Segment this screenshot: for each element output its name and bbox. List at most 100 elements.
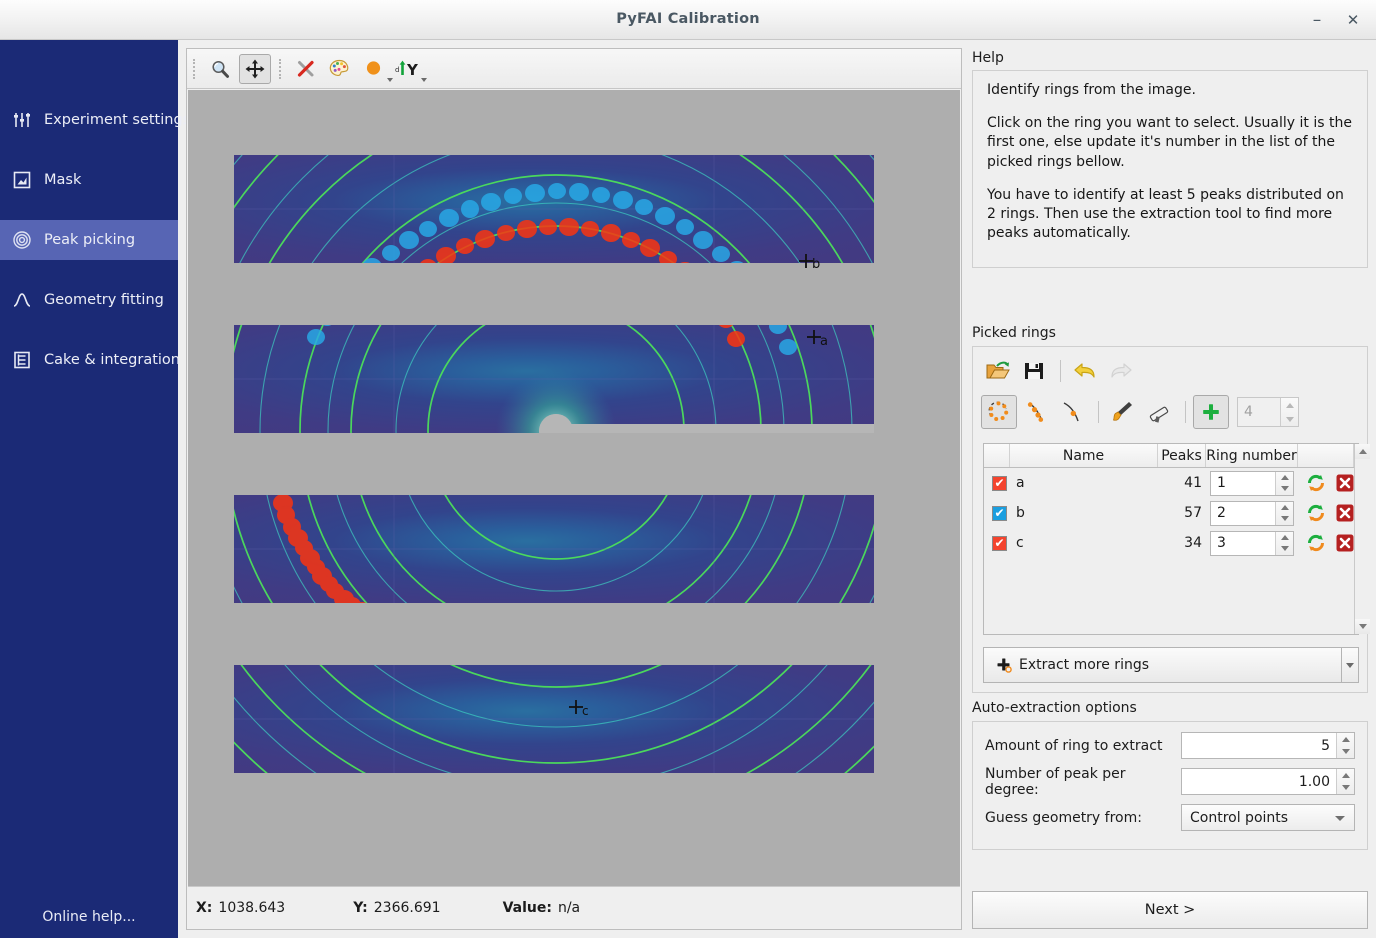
- red-delete-x-icon[interactable]: [1336, 504, 1354, 522]
- row-checkbox-cell[interactable]: ✔: [984, 468, 1010, 498]
- sidebar-label-geometry-fitting: Geometry fitting: [44, 292, 164, 308]
- auto-extraction-section-title: Auto-extraction options: [972, 700, 1137, 716]
- table-row[interactable]: ✔ b 57: [984, 498, 1354, 528]
- ring-number-spin-down[interactable]: [1276, 513, 1293, 525]
- chevron-down-icon-combo: [1335, 816, 1345, 821]
- status-x-key: X:: [196, 900, 212, 916]
- reset-zoom-button[interactable]: [291, 55, 321, 83]
- amount-of-ring-spin-down[interactable]: [1337, 746, 1354, 759]
- ring-number-spin-up[interactable]: [1276, 502, 1293, 514]
- new-ring-spin-down[interactable]: [1281, 412, 1298, 426]
- concentric-rings-icon: [10, 228, 34, 252]
- amount-of-ring-input[interactable]: [1182, 733, 1336, 758]
- picked-rings-table[interactable]: Name Peaks Ring number ✔ a 41: [983, 443, 1359, 635]
- minimize-button[interactable]: –: [1304, 8, 1330, 32]
- peaks-per-degree-spin-buttons[interactable]: [1336, 769, 1354, 794]
- new-ring-number-input[interactable]: [1238, 398, 1280, 426]
- peaks-per-degree-spin[interactable]: [1181, 768, 1355, 795]
- ring-number-input[interactable]: [1211, 532, 1275, 555]
- chevron-down-icon-2[interactable]: [421, 78, 427, 82]
- extract-more-rings-button[interactable]: Extract more rings: [983, 647, 1341, 683]
- ring-number-spin[interactable]: [1210, 531, 1294, 556]
- load-rings-button[interactable]: [981, 355, 1015, 387]
- close-button[interactable]: ✕: [1340, 8, 1366, 32]
- picked-rings-file-toolbar: [981, 355, 1140, 387]
- table-scrollbar[interactable]: [1354, 444, 1370, 634]
- save-rings-button[interactable]: [1017, 355, 1051, 387]
- table-header-row: Name Peaks Ring number: [984, 444, 1354, 468]
- extract-more-rings-dropdown[interactable]: [1341, 647, 1359, 683]
- peak-pick-tool-button[interactable]: [1055, 396, 1089, 428]
- brush-tool-button[interactable]: [1106, 396, 1140, 428]
- eraser-tool-button[interactable]: [1142, 396, 1176, 428]
- pan-tool-button[interactable]: [239, 54, 271, 84]
- new-ring-number-spin[interactable]: [1237, 397, 1299, 427]
- ring-number-spin-up[interactable]: [1276, 472, 1293, 484]
- axis-direction-button[interactable]: d Y: [393, 55, 423, 83]
- row-ring-number-cell[interactable]: [1206, 498, 1298, 528]
- ring-number-input[interactable]: [1211, 472, 1275, 495]
- colormap-button[interactable]: [325, 55, 355, 83]
- row-ring-number-cell[interactable]: [1206, 528, 1298, 558]
- undo-button[interactable]: [1068, 355, 1102, 387]
- red-delete-x-icon[interactable]: [1336, 474, 1354, 492]
- ring-number-spin-up[interactable]: [1276, 532, 1293, 544]
- next-button[interactable]: Next >: [972, 891, 1368, 929]
- amount-of-ring-spin-up[interactable]: [1337, 733, 1354, 746]
- ring-number-spin[interactable]: [1210, 501, 1294, 526]
- sidebar-item-experiment-settings[interactable]: Experiment settings: [0, 100, 178, 140]
- ring-number-spin-buttons[interactable]: [1275, 532, 1293, 555]
- pyfai-calibration-window: PyFAI Calibration – ✕: [0, 0, 1376, 938]
- amount-of-ring-spin[interactable]: [1181, 732, 1355, 759]
- online-help-link[interactable]: Online help...: [0, 896, 178, 938]
- sidebar-item-geometry-fitting[interactable]: Geometry fitting: [0, 280, 178, 320]
- status-value-key: Value:: [503, 900, 552, 916]
- new-ring-spin-up[interactable]: [1281, 398, 1298, 412]
- guess-geometry-combobox[interactable]: Control points: [1181, 804, 1355, 831]
- circular-refresh-icon[interactable]: [1306, 533, 1326, 553]
- circular-refresh-icon[interactable]: [1306, 473, 1326, 493]
- zoom-tool-button[interactable]: [205, 55, 235, 83]
- scroll-up-arrow[interactable]: [1355, 444, 1370, 459]
- mask-color-button[interactable]: [359, 55, 389, 83]
- redo-button[interactable]: [1104, 355, 1138, 387]
- peaks-per-degree-row: Number of peak per degree:: [985, 768, 1355, 795]
- toolbar-separator-2: [279, 59, 283, 79]
- diffraction-image-area[interactable]: b a c Origin: [188, 90, 960, 886]
- amount-of-ring-spin-buttons[interactable]: [1336, 733, 1354, 758]
- ring-pick-tool-button[interactable]: [981, 395, 1017, 429]
- circular-refresh-icon[interactable]: [1306, 503, 1326, 523]
- ring-number-spin-buttons[interactable]: [1275, 502, 1293, 525]
- arc-pick-tool-button[interactable]: [1019, 396, 1053, 428]
- table-row[interactable]: ✔ c 34: [984, 528, 1354, 558]
- sidebar-item-cake-integration[interactable]: Cake & integration: [0, 340, 178, 380]
- row-checkbox-cell[interactable]: ✔: [984, 528, 1010, 558]
- ring-visible-checkbox[interactable]: ✔: [992, 476, 1007, 491]
- peaks-per-degree-spin-up[interactable]: [1337, 769, 1354, 782]
- extract-more-rings-control[interactable]: Extract more rings: [983, 647, 1359, 683]
- table-header-peaks: Peaks: [1158, 444, 1206, 467]
- add-ring-button[interactable]: [1193, 395, 1229, 429]
- sidebar-item-peak-picking[interactable]: Peak picking: [0, 220, 178, 260]
- ring-number-spin-down[interactable]: [1276, 543, 1293, 555]
- guess-geometry-value: Control points: [1190, 810, 1288, 826]
- peaks-per-degree-input[interactable]: [1182, 769, 1336, 794]
- sidebar-item-mask[interactable]: Mask: [0, 160, 178, 200]
- row-ring-number-cell[interactable]: [1206, 468, 1298, 498]
- peaks-per-degree-spin-down[interactable]: [1337, 782, 1354, 795]
- ring-number-input[interactable]: [1211, 502, 1275, 525]
- scroll-down-arrow[interactable]: [1355, 619, 1370, 634]
- detector-modules: [234, 155, 874, 773]
- ring-visible-checkbox[interactable]: ✔: [992, 536, 1007, 551]
- detector-image: b a c Origin: [188, 90, 960, 886]
- red-delete-x-icon[interactable]: [1336, 534, 1354, 552]
- new-ring-spin-buttons[interactable]: [1280, 398, 1298, 426]
- ring-number-spin[interactable]: [1210, 471, 1294, 496]
- ring-number-spin-buttons[interactable]: [1275, 472, 1293, 495]
- ring-number-spin-down[interactable]: [1276, 483, 1293, 495]
- plot-toolbar: d Y: [187, 49, 961, 89]
- table-row[interactable]: ✔ a 41: [984, 468, 1354, 498]
- guess-geometry-label: Guess geometry from:: [985, 810, 1181, 826]
- ring-visible-checkbox[interactable]: ✔: [992, 506, 1007, 521]
- row-checkbox-cell[interactable]: ✔: [984, 498, 1010, 528]
